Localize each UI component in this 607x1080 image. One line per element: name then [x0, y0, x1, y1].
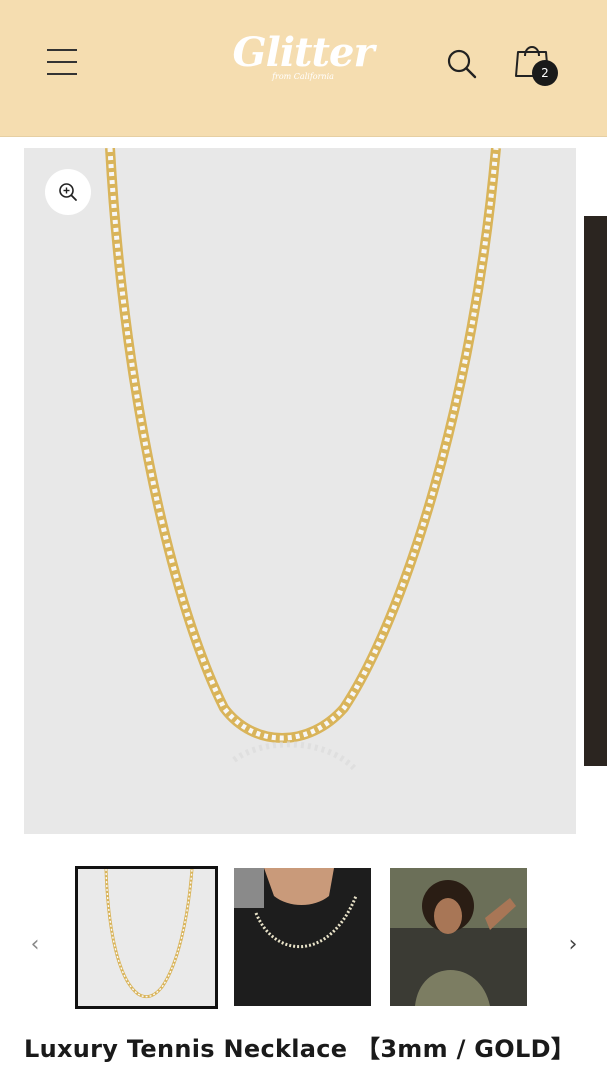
thumbnail-2[interactable]	[234, 868, 371, 1006]
cart-button[interactable]: 2	[510, 38, 562, 90]
thumbnail-3[interactable]	[390, 868, 527, 1006]
hamburger-menu-icon	[47, 49, 77, 51]
chevron-left-icon: ‹	[30, 932, 40, 957]
cart-count-badge: 2	[532, 60, 558, 86]
main-product-image[interactable]	[24, 148, 576, 834]
zoom-button[interactable]	[45, 169, 91, 215]
product-title: Luxury Tennis Necklace 【3mm / GOLD】	[24, 1035, 576, 1063]
search-button[interactable]	[442, 44, 482, 84]
necklace-on-model-neck-thumbnail	[234, 868, 371, 1006]
necklace-image	[105, 148, 501, 771]
site-header: Glitter from California 2	[0, 0, 607, 137]
thumbnail-prev-button[interactable]: ‹	[18, 924, 52, 966]
model-wearing-necklace-thumbnail	[390, 868, 527, 1006]
zoom-in-icon	[59, 183, 77, 201]
thumbnail-next-button[interactable]: ›	[556, 924, 590, 966]
necklace-product-thumbnail	[104, 869, 194, 999]
chevron-right-icon: ›	[568, 932, 578, 957]
next-slide-peek[interactable]	[584, 216, 607, 766]
menu-button[interactable]	[40, 42, 84, 82]
search-icon	[447, 49, 477, 79]
logo-text: Glitter	[232, 29, 374, 76]
site-logo[interactable]: Glitter from California	[218, 28, 388, 92]
thumbnail-1[interactable]	[75, 866, 218, 1009]
